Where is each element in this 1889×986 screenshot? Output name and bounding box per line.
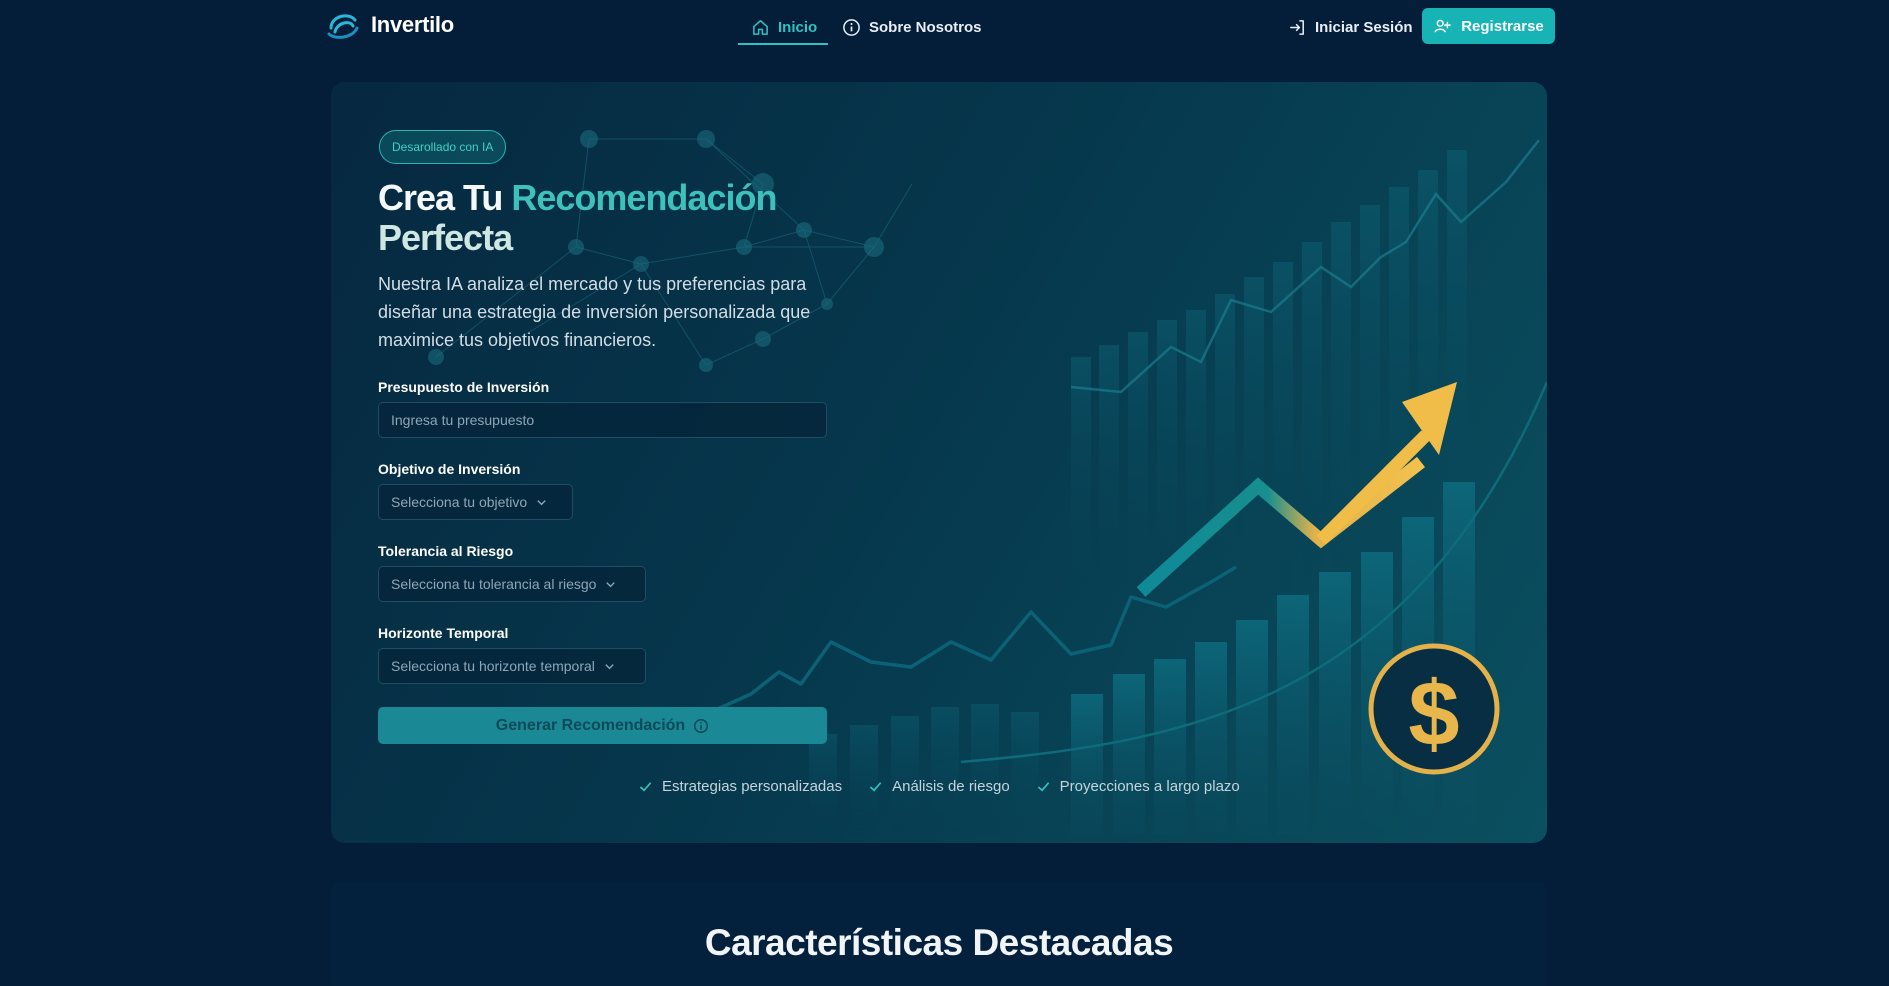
register-label: Registrarse xyxy=(1461,17,1544,35)
budget-label: Presupuesto de Inversión xyxy=(378,379,550,395)
home-icon xyxy=(753,19,768,35)
risk-label: Tolerancia al Riesgo xyxy=(378,543,514,559)
info-icon xyxy=(843,18,860,36)
title-accent: Recomendación xyxy=(511,177,777,218)
feature-item: Proyecciones a largo plazo xyxy=(1036,776,1240,796)
login-icon xyxy=(1290,19,1304,35)
nav-link-sobre-nosotros[interactable]: Sobre Nosotros xyxy=(842,10,982,44)
register-button[interactable]: Registrarse xyxy=(1422,8,1555,44)
title-part-2: Perfecta xyxy=(378,217,513,258)
ai-badge: Desarollado con IA xyxy=(379,130,507,164)
user-plus-icon xyxy=(1434,19,1452,33)
brand-name: Invertilo xyxy=(371,12,454,37)
budget-input[interactable] xyxy=(378,402,827,438)
info-icon xyxy=(694,718,709,733)
nav-link-inicio[interactable]: Inicio xyxy=(738,10,828,45)
feature-label: Proyecciones a largo plazo xyxy=(1059,777,1240,795)
risk-select[interactable]: Selecciona tu tolerancia al riesgo xyxy=(378,566,646,602)
chevron-down-icon xyxy=(606,581,616,587)
feature-label: Estrategias personalizadas xyxy=(662,777,843,795)
check-icon xyxy=(639,781,652,791)
horizon-select-value: Selecciona tu horizonte temporal xyxy=(391,658,595,674)
generate-recommendation-button[interactable]: Generar Recomendación xyxy=(378,707,827,744)
feature-list: Estrategias personalizadas Análisis de r… xyxy=(638,776,1240,796)
goal-select-value: Selecciona tu objetivo xyxy=(391,494,528,510)
generate-label: Generar Recomendación xyxy=(495,716,686,734)
goal-select[interactable]: Selecciona tu objetivo xyxy=(378,484,573,520)
goal-label: Objetivo de Inversión xyxy=(378,461,521,477)
risk-select-value: Selecciona tu tolerancia al riesgo xyxy=(391,576,597,592)
login-link[interactable]: Iniciar Sesión xyxy=(1288,10,1413,44)
hero-title: Crea Tu Recomendación Perfecta xyxy=(378,178,898,258)
login-label: Iniciar Sesión xyxy=(1315,18,1413,36)
check-icon xyxy=(1037,781,1049,791)
top-nav: Invertilo Inicio Sobre Nosotros Iniciar … xyxy=(0,0,1889,52)
brand-logo-icon xyxy=(327,14,359,39)
feature-label: Análisis de riesgo xyxy=(892,777,1010,795)
features-section-title: Características Destacadas xyxy=(704,922,1174,963)
feature-item: Estrategias personalizadas xyxy=(638,776,842,796)
title-part-1: Crea Tu xyxy=(378,177,512,218)
chevron-down-icon xyxy=(537,499,546,505)
horizon-select[interactable]: Selecciona tu horizonte temporal xyxy=(378,648,646,684)
horizon-label: Horizonte Temporal xyxy=(378,625,509,641)
chevron-down-icon xyxy=(605,663,614,669)
svg-text:$: $ xyxy=(1408,663,1459,765)
nav-link-label: Sobre Nosotros xyxy=(869,18,982,36)
nav-link-label: Inicio xyxy=(778,18,818,36)
feature-item: Análisis de riesgo xyxy=(868,776,1010,796)
features-section: Características Destacadas xyxy=(331,882,1547,986)
hero-card: $ Desarollado con IA Crea Tu Recomendaci… xyxy=(331,82,1547,843)
hero-description: Nuestra IA analiza el mercado y tus pref… xyxy=(378,274,811,350)
brand-logo-link[interactable]: Invertilo xyxy=(325,6,454,44)
check-icon xyxy=(869,781,882,791)
